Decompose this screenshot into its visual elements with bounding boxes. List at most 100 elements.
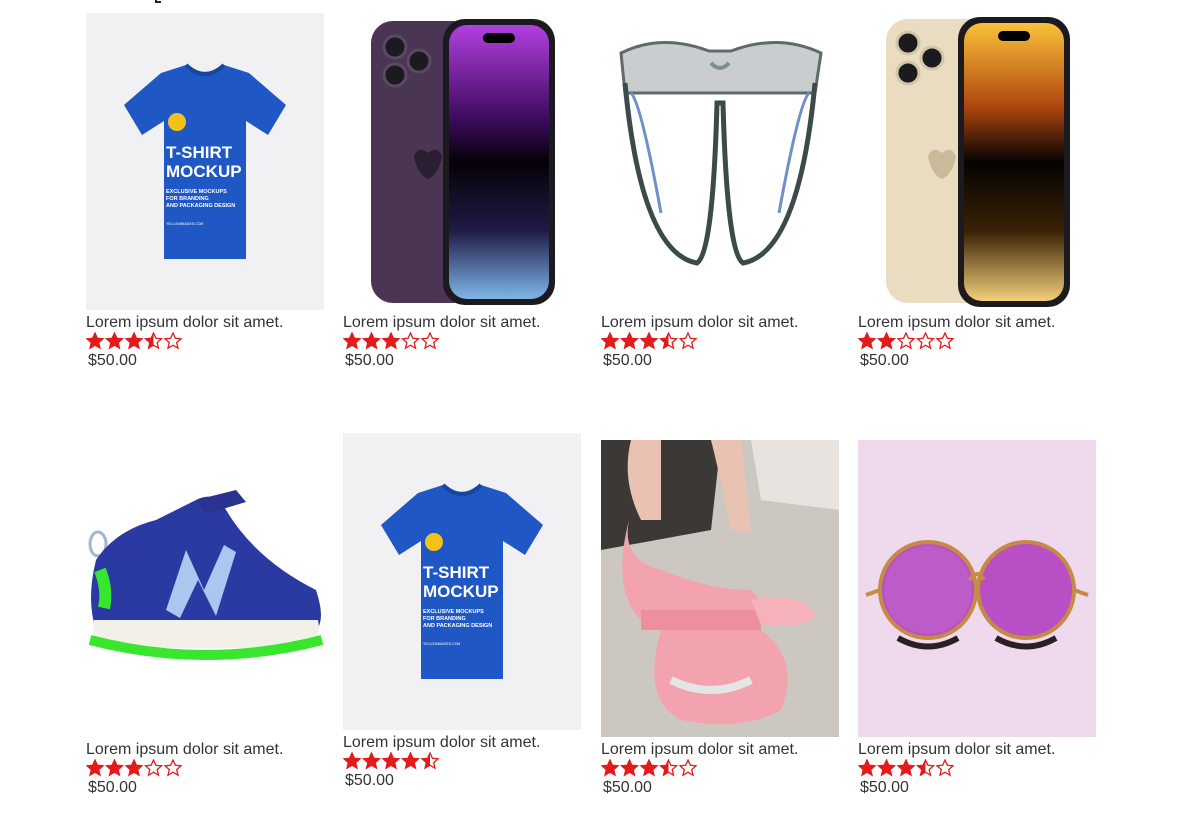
tshirt-print-line1: T-SHIRT	[166, 143, 233, 162]
star-rating	[86, 332, 184, 350]
product-image-crystal-glasses[interactable]	[601, 13, 839, 310]
star-rating-graphic	[86, 332, 183, 350]
tshirt-print-line5: AND PACKAGING DESIGN	[166, 203, 235, 209]
star-half-icon	[658, 332, 679, 350]
star-rating	[343, 752, 441, 770]
star-rating-graphic	[86, 759, 183, 777]
product-image-tshirt[interactable]: T-SHIRT MOCKUP EXCLUSIVE MOCKUPS FOR BRA…	[343, 433, 581, 730]
star-full-icon	[858, 332, 877, 350]
tshirt-print-line2: MOCKUP	[423, 582, 499, 601]
tshirt-print-line6: YELLOWIMAGES.COM	[166, 222, 203, 226]
star-rating	[343, 332, 441, 350]
star-rating	[601, 332, 699, 350]
star-full-icon	[86, 759, 105, 777]
star-full-icon	[876, 332, 897, 350]
product-title[interactable]: Lorem ipsum dolor sit amet.	[601, 741, 798, 759]
star-rating	[858, 332, 956, 350]
product-title[interactable]: Lorem ipsum dolor sit amet.	[858, 314, 1055, 332]
tshirt-print-line3: EXCLUSIVE MOCKUPS	[423, 609, 484, 615]
product-card[interactable]: Lorem ipsum dolor sit amet. $50.00	[343, 0, 581, 380]
star-full-icon	[104, 759, 125, 777]
star-full-icon	[124, 759, 144, 777]
tshirt-print-line1: T-SHIRT	[423, 563, 490, 582]
tshirt-print-line5: AND PACKAGING DESIGN	[423, 623, 492, 629]
star-empty-icon	[143, 759, 164, 777]
product-price: $50.00	[88, 352, 137, 369]
star-empty-icon	[420, 332, 440, 350]
product-price: $50.00	[603, 352, 652, 369]
product-card[interactable]: Lorem ipsum dolor sit amet. $50.00	[858, 0, 1096, 380]
star-empty-icon	[678, 332, 698, 350]
star-rating-graphic	[343, 752, 440, 770]
product-image-pink-sunglasses[interactable]	[858, 440, 1096, 737]
star-rating	[858, 759, 956, 777]
tshirt-print-line4: FOR BRANDING	[423, 616, 466, 622]
star-empty-icon	[400, 332, 421, 350]
product-image-purple-iphone[interactable]	[343, 13, 581, 310]
product-title[interactable]: Lorem ipsum dolor sit amet.	[86, 741, 283, 759]
phone-image	[886, 17, 1070, 307]
product-image-pink-sneakers[interactable]	[601, 440, 839, 737]
star-empty-icon	[935, 332, 955, 350]
star-half-icon	[420, 752, 440, 770]
tshirt-image: T-SHIRT MOCKUP EXCLUSIVE MOCKUPS FOR BRA…	[86, 13, 324, 310]
product-price: $50.00	[603, 779, 652, 796]
tshirt-image: T-SHIRT MOCKUP EXCLUSIVE MOCKUPS FOR BRA…	[343, 433, 581, 730]
star-full-icon	[601, 759, 620, 777]
tshirt-print-line4: FOR BRANDING	[166, 196, 209, 202]
star-empty-icon	[935, 759, 955, 777]
star-half-icon	[143, 332, 164, 350]
star-rating-graphic	[858, 332, 955, 350]
star-full-icon	[400, 752, 421, 770]
star-rating-graphic	[858, 759, 955, 777]
star-full-icon	[124, 332, 144, 350]
product-image-blue-sneaker[interactable]	[86, 440, 324, 737]
product-title[interactable]: Lorem ipsum dolor sit amet.	[601, 314, 798, 332]
sneaker-image	[88, 490, 324, 660]
product-card[interactable]: Lorem ipsum dolor sit amet. $50.00	[601, 0, 839, 380]
product-card[interactable]: T-SHIRT MOCKUP EXCLUSIVE MOCKUPS FOR BRA…	[86, 0, 324, 380]
pink-sneakers-image	[601, 440, 839, 737]
star-empty-icon	[915, 332, 936, 350]
product-title[interactable]: Lorem ipsum dolor sit amet.	[86, 314, 283, 332]
product-title[interactable]: Lorem ipsum dolor sit amet.	[343, 314, 540, 332]
star-half-icon	[915, 759, 936, 777]
product-price: $50.00	[860, 779, 909, 796]
star-full-icon	[343, 332, 362, 350]
tshirt-print-line6: YELLOWIMAGES.COM	[423, 642, 460, 646]
product-title[interactable]: Lorem ipsum dolor sit amet.	[858, 741, 1055, 759]
star-rating	[601, 759, 699, 777]
star-full-icon	[381, 332, 401, 350]
star-rating	[86, 759, 184, 777]
star-empty-icon	[163, 332, 183, 350]
product-price: $50.00	[345, 352, 394, 369]
star-full-icon	[381, 752, 401, 770]
star-full-icon	[639, 332, 659, 350]
tshirt-print-line3: EXCLUSIVE MOCKUPS	[166, 189, 227, 195]
star-full-icon	[619, 332, 640, 350]
product-price: $50.00	[860, 352, 909, 369]
glasses-image	[619, 41, 823, 266]
star-full-icon	[639, 759, 659, 777]
star-empty-icon	[678, 759, 698, 777]
star-full-icon	[896, 759, 916, 777]
product-image-tshirt[interactable]: T-SHIRT MOCKUP EXCLUSIVE MOCKUPS FOR BRA…	[86, 13, 324, 310]
star-rating-graphic	[343, 332, 440, 350]
product-price: $50.00	[345, 772, 394, 789]
product-card[interactable]: T-SHIRT MOCKUP EXCLUSIVE MOCKUPS FOR BRA…	[343, 420, 581, 820]
star-half-icon	[658, 759, 679, 777]
sunglasses-image	[858, 440, 1096, 737]
product-title[interactable]: Lorem ipsum dolor sit amet.	[343, 734, 540, 752]
product-image-gold-iphone[interactable]	[858, 13, 1096, 310]
tshirt-print-line2: MOCKUP	[166, 162, 242, 181]
product-card[interactable]: Lorem ipsum dolor sit amet. $50.00	[858, 420, 1096, 820]
product-card[interactable]: Lorem ipsum dolor sit amet. $50.00	[601, 420, 839, 820]
star-full-icon	[601, 332, 620, 350]
star-full-icon	[343, 752, 362, 770]
star-full-icon	[361, 752, 382, 770]
product-price: $50.00	[88, 779, 137, 796]
star-full-icon	[858, 759, 877, 777]
product-card[interactable]: Lorem ipsum dolor sit amet. $50.00	[86, 420, 324, 820]
star-full-icon	[86, 332, 105, 350]
star-rating-graphic	[601, 759, 698, 777]
